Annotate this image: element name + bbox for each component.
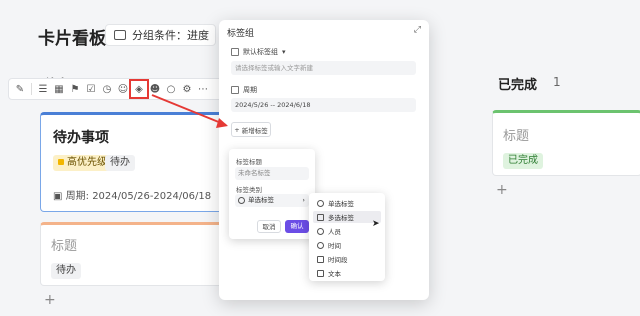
plus-icon: +: [234, 125, 240, 134]
mouse-cursor-icon: ➤: [372, 219, 380, 229]
new-tag-popover: 标签标题 未命名标签 标签类别 单选标签 › 取消 确认: [229, 149, 315, 239]
menu-item-text[interactable]: 文本: [313, 267, 381, 279]
menu-item-time[interactable]: 时间: [313, 239, 381, 251]
person-icon: [317, 227, 324, 235]
tag-name-label: 标签标题: [236, 158, 262, 166]
period-value[interactable]: 2024/5/26 -- 2024/6/18: [231, 98, 416, 112]
text-icon: [317, 269, 324, 277]
list-icon: [317, 213, 324, 221]
add-card-button[interactable]: +: [44, 292, 56, 308]
card-untitled[interactable]: 标题 待办: [40, 222, 230, 286]
comment-icon[interactable]: ○: [164, 82, 178, 96]
groupby-label: 分组条件：进度: [132, 29, 209, 42]
done-column-head: 已完成: [498, 78, 538, 93]
modal-title: 标签组: [227, 29, 255, 39]
menu-item-single[interactable]: 单选标签: [313, 197, 381, 209]
clock-icon[interactable]: ◷: [100, 82, 114, 96]
page-title: 卡片看板: [38, 29, 106, 49]
more-icon[interactable]: ⋯: [196, 82, 210, 96]
calendar-icon: [317, 255, 324, 263]
card-title: 标题: [503, 129, 530, 144]
done-count: 1: [553, 75, 561, 89]
confirm-button[interactable]: 确认: [285, 220, 309, 233]
list-icon: [231, 48, 239, 56]
priority-tag: 高优先级: [53, 155, 112, 171]
pin-icon[interactable]: ✎: [13, 82, 27, 96]
tag-icon[interactable]: ◈: [129, 79, 149, 99]
radio-icon: [317, 199, 324, 207]
settings-icon[interactable]: ⚙: [180, 82, 194, 96]
chevron-down-icon: ▾: [282, 48, 286, 56]
menu-item-period[interactable]: 时间段: [313, 253, 381, 265]
card-todo-item[interactable]: 待办事项 高优先级 待办 ▣ 周期: 2024/05/26-2024/06/18: [40, 112, 230, 212]
status-tag: 已完成: [503, 153, 543, 169]
menu-item-multi[interactable]: 多选标签: [313, 211, 381, 223]
tag-type-label: 标签类别: [236, 186, 262, 194]
list-icon[interactable]: ☰: [36, 82, 50, 96]
expand-icon[interactable]: ⤢: [414, 25, 421, 35]
calendar-icon[interactable]: ▦: [52, 82, 66, 96]
status-tag: 待办: [51, 263, 81, 279]
clock-icon: [317, 241, 324, 249]
card-done[interactable]: 标题 已完成: [492, 110, 640, 176]
group-icon: [114, 30, 126, 40]
groupby-button[interactable]: 分组条件：进度: [105, 24, 216, 46]
card-title: 待办事项: [53, 130, 109, 146]
checkbox-icon[interactable]: ☑: [84, 82, 98, 96]
card-title: 标题: [51, 239, 78, 254]
users-icon[interactable]: ☺: [116, 82, 130, 96]
cancel-button[interactable]: 取消: [257, 220, 281, 233]
add-card-button[interactable]: +: [496, 182, 508, 198]
tag-type-select[interactable]: 单选标签 ›: [235, 194, 309, 207]
tag-type-menu: 单选标签 多选标签 人员 时间 时间段 文本: [309, 193, 385, 281]
chevron-right-icon: ›: [302, 196, 305, 204]
menu-item-person[interactable]: 人员: [313, 225, 381, 237]
radio-icon: [238, 197, 245, 204]
default-group-row[interactable]: 默认标签组 ▾: [231, 47, 286, 57]
period-row: 周期: [231, 85, 257, 95]
status-tag: 待办: [105, 155, 135, 171]
card-toolbar: ✎ ☰ ▦ ⚑ ☑ ◷ ☺ ◈ ☻ ○ ⚙ ⋯: [8, 78, 232, 100]
add-tag-button[interactable]: + 新增标签: [231, 122, 271, 137]
calendar-icon: [231, 86, 239, 94]
flag-icon[interactable]: ⚑: [68, 82, 82, 96]
tag-search-input[interactable]: 请选择标签或输入文字新建: [231, 61, 416, 75]
tag-name-input[interactable]: 未命名标签: [235, 167, 309, 180]
card-date: ▣ 周期: 2024/05/26-2024/06/18: [53, 191, 212, 202]
emoji-icon[interactable]: ☻: [148, 82, 162, 96]
